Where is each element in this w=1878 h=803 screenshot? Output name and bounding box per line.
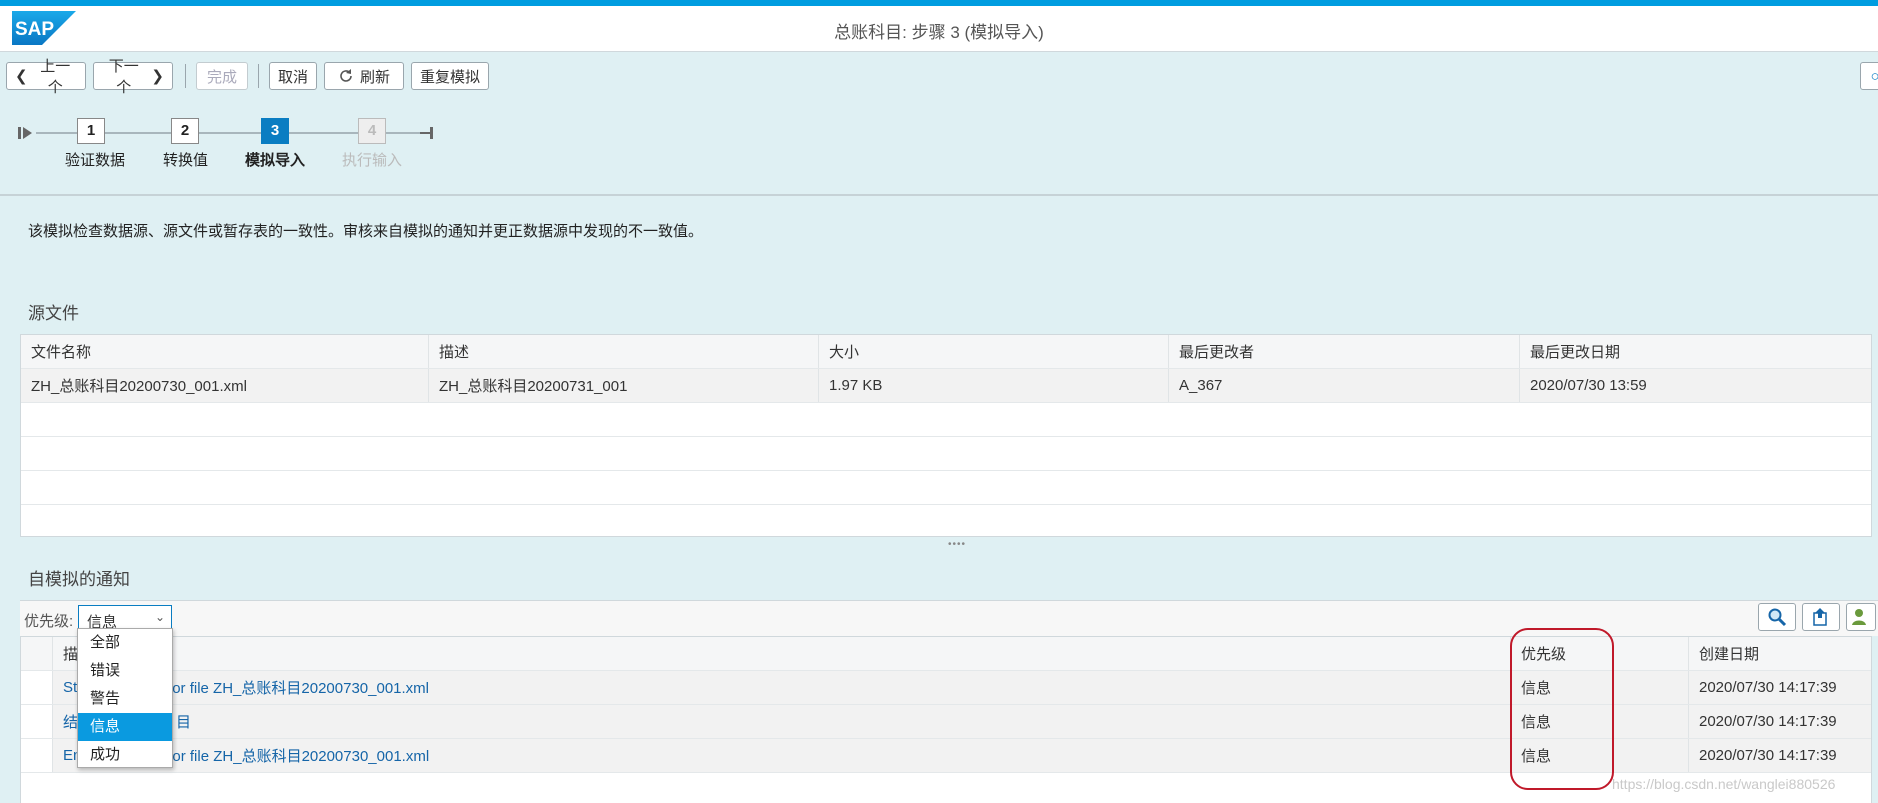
empty-row (21, 403, 1871, 437)
notifications-title: 自模拟的通知 (28, 570, 130, 589)
changed-date-cell: 2020/07/30 13:59 (1530, 377, 1647, 394)
roadmap-start-icon (18, 127, 32, 139)
row-selector[interactable] (21, 739, 53, 772)
splitter-grip-icon: •••• (948, 539, 967, 550)
notification-description-link[interactable]: St ng for file ZH_总账科目20200730_001.xml (53, 671, 1511, 704)
next-label: 下一个 (108, 58, 139, 96)
refresh-icon (340, 69, 352, 82)
row-selector[interactable] (21, 705, 53, 738)
toolbar-separator (185, 64, 186, 88)
wizard-step-2[interactable]: 2 (171, 118, 199, 144)
column-header[interactable]: 描述 (429, 335, 819, 368)
wizard-step-4: 4 (358, 118, 386, 144)
previous-label: 上一个 (40, 58, 71, 96)
toolbar: ❮ 上一个 下一个 ❯ 完成 取消 刷新 重复模拟 ○ (0, 52, 1878, 100)
column-header[interactable]: 描 (53, 637, 1511, 670)
empty-row (21, 437, 1871, 471)
source-files-table: 文件名称 描述 大小 最后更改者 最后更改日期 ZH_总账科目20200730_… (20, 334, 1872, 537)
priority-option-warning[interactable]: 警告 (78, 685, 172, 713)
resimulate-button[interactable]: 重复模拟 (411, 62, 489, 90)
column-header[interactable]: 最后更改者 (1169, 335, 1520, 368)
column-header[interactable]: 创建日期 (1689, 637, 1871, 670)
shell-header: SAP 总账科目: 步骤 3 (模拟导入) (0, 6, 1878, 52)
cancel-button[interactable]: 取消 (269, 62, 317, 90)
priority-option-success[interactable]: 成功 (78, 741, 172, 769)
file-size-cell: 1.97 KB (819, 369, 1169, 402)
file-name-cell: ZH_总账科目20200730_001.xml (21, 369, 429, 402)
wizard-step-2-label[interactable]: 转换值 (163, 149, 208, 170)
created-date-cell: 2020/07/30 14:17:39 (1699, 747, 1837, 764)
wizard-step-4-label: 执行输入 (342, 152, 403, 169)
table-row[interactable]: ZH_总账科目20200730_001.xml ZH_总账科目20200731_… (21, 369, 1871, 403)
created-date-cell: 2020/07/30 14:17:39 (1699, 713, 1837, 730)
resimulate-label: 重复模拟 (420, 68, 481, 86)
column-header[interactable]: 大小 (819, 335, 1169, 368)
next-button[interactable]: 下一个 ❯ (93, 58, 173, 96)
table-header-row: 文件名称 描述 大小 最后更改者 最后更改日期 (21, 335, 1871, 369)
search-button[interactable] (1758, 603, 1796, 631)
simulation-description: 该模拟检查数据源、源文件或暂存表的一致性。审核来自模拟的通知并更正数据源中发现的… (28, 223, 704, 240)
priority-option-error[interactable]: 错误 (78, 657, 172, 685)
wizard-step-1[interactable]: 1 (77, 118, 105, 144)
wizard-roadmap: 1 验证数据 2 转换值 3 模拟导入 4 执行输入 (0, 100, 1878, 196)
export-button[interactable] (1802, 603, 1840, 631)
empty-row (21, 471, 1871, 505)
changed-by-cell: A_367 (1169, 369, 1520, 402)
row-selector-header[interactable] (21, 637, 53, 670)
notification-description-link[interactable]: En ng for file ZH_总账科目20200730_001.xml (53, 739, 1511, 772)
priority-filter-label: 优先级: (24, 613, 74, 630)
notification-description-link[interactable]: 结目 (53, 705, 1511, 738)
wizard-step-3[interactable]: 3 (261, 118, 289, 144)
wizard-step-3-label[interactable]: 模拟导入 (245, 149, 305, 170)
search-icon (1768, 608, 1787, 627)
previous-button[interactable]: ❮ 上一个 (6, 58, 86, 96)
created-date-cell: 2020/07/30 14:17:39 (1699, 679, 1837, 696)
toolbar-separator (258, 64, 259, 88)
settings-button[interactable] (1846, 603, 1876, 631)
pane-splitter[interactable]: •••• (0, 536, 1878, 550)
cancel-label: 取消 (278, 68, 309, 86)
priority-column-highlight (1510, 628, 1614, 790)
export-icon (1813, 608, 1827, 626)
chevron-right-icon: ❯ (151, 68, 164, 85)
priority-option-info[interactable]: 信息 (78, 713, 172, 741)
watermark: https://blog.csdn.net/wanglei880526 (1612, 776, 1836, 792)
column-header[interactable]: 最后更改日期 (1520, 335, 1871, 368)
finish-label: 完成 (206, 68, 237, 86)
refresh-label: 刷新 (359, 68, 390, 86)
user-settings-icon (1852, 609, 1866, 625)
wizard-step-1-label[interactable]: 验证数据 (65, 149, 125, 170)
roadmap-end-icon (420, 127, 433, 139)
source-files-title: 源文件 (28, 304, 79, 323)
refresh-button[interactable]: 刷新 (324, 62, 404, 90)
finish-button[interactable]: 完成 (196, 62, 248, 90)
page-title: 总账科目: 步骤 3 (模拟导入) (834, 23, 1044, 42)
priority-dropdown-list: 全部 错误 警告 信息 成功 (77, 628, 173, 768)
chevron-down-icon: ⌄ (154, 610, 165, 624)
file-description-cell: ZH_总账科目20200731_001 (429, 369, 819, 402)
column-header[interactable]: 文件名称 (21, 335, 429, 368)
chevron-left-icon: ❮ (15, 68, 28, 85)
priority-option-all[interactable]: 全部 (78, 629, 172, 657)
row-selector[interactable] (21, 671, 53, 704)
help-button[interactable]: ○ (1860, 62, 1878, 90)
help-icon: ○ (1870, 67, 1878, 85)
